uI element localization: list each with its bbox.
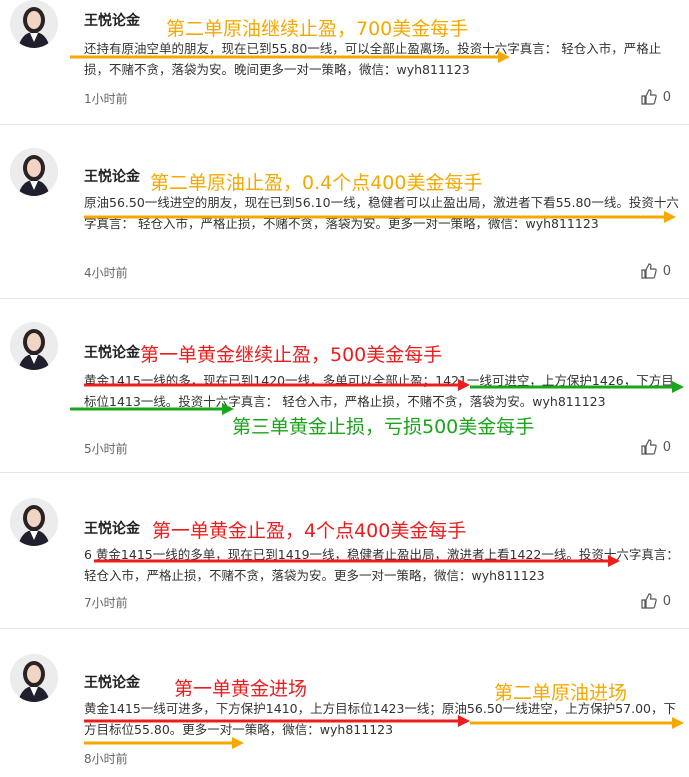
annotation-arrow <box>70 51 510 63</box>
thumbs-up-icon <box>641 263 657 279</box>
avatar-icon[interactable] <box>10 498 58 546</box>
post-time: 4小时前 <box>84 266 128 280</box>
like-button[interactable]: 0 <box>641 593 671 609</box>
feed-post: 王悦论金 还持有原油空单的朋友，现在已到55.80一线，可以全部止盈离场。投资十… <box>0 0 689 125</box>
post-time: 8小时前 <box>84 752 128 766</box>
like-button[interactable]: 0 <box>641 89 671 105</box>
like-count: 0 <box>662 439 671 455</box>
feed-post: 王悦论金 原油56.50一线进空的朋友，现在已到56.10一线，稳健者可以止盈出… <box>0 148 689 299</box>
post-time: 5小时前 <box>84 442 128 456</box>
thumbs-up-icon <box>641 593 657 609</box>
author-name[interactable]: 王悦论金 <box>84 672 140 692</box>
feed-post: 王悦论金 黄金1415一线可进多，下方保护1410，上方目标位1423一线；原油… <box>0 654 689 777</box>
annotation-arrow <box>94 555 620 567</box>
author-name[interactable]: 王悦论金 <box>84 166 140 186</box>
annotation-arrow <box>470 717 684 729</box>
annotation-arrow <box>470 381 684 393</box>
avatar-icon[interactable] <box>10 148 58 196</box>
author-name[interactable]: 王悦论金 <box>84 518 140 538</box>
annotation-label: 第一单黄金止盈，4个点400美金每手 <box>152 520 467 542</box>
annotation-arrow <box>84 379 470 391</box>
like-count: 0 <box>662 263 671 279</box>
annotation-label: 第一单黄金继续止盈，500美金每手 <box>140 344 443 366</box>
annotation-arrow <box>84 211 676 223</box>
feed-post: 王悦论金 6 黄金1415一线的多单，现在已到1419一线，稳健者止盈出局，激进… <box>0 498 689 629</box>
annotation-label: 第二单原油止盈，0.4个点400美金每手 <box>150 172 483 194</box>
news-feed: 王悦论金 还持有原油空单的朋友，现在已到55.80一线，可以全部止盈离场。投资十… <box>0 0 689 777</box>
annotation-label: 第二单原油继续止盈，700美金每手 <box>166 18 469 40</box>
avatar-icon[interactable] <box>10 322 58 370</box>
feed-post: 王悦论金 黄金1415一线的多，现在已到1420一线，多单可以全部止盈；1421… <box>0 322 689 473</box>
annotation-label: 第二单原油进场 <box>494 682 628 704</box>
annotation-label: 第三单黄金止损，亏损500美金每手 <box>232 416 535 438</box>
annotation-arrow <box>84 737 244 749</box>
avatar-icon[interactable] <box>10 654 58 702</box>
post-time: 7小时前 <box>84 596 128 610</box>
author-name[interactable]: 王悦论金 <box>84 342 140 362</box>
annotation-arrow <box>70 403 234 415</box>
annotation-arrow <box>84 715 470 727</box>
post-time: 1小时前 <box>84 92 128 106</box>
thumbs-up-icon <box>641 89 657 105</box>
like-count: 0 <box>662 593 671 609</box>
author-name[interactable]: 王悦论金 <box>84 10 140 30</box>
thumbs-up-icon <box>641 439 657 455</box>
like-button[interactable]: 0 <box>641 263 671 279</box>
avatar-icon[interactable] <box>10 0 58 48</box>
like-count: 0 <box>662 89 671 105</box>
like-button[interactable]: 0 <box>641 439 671 455</box>
annotation-label: 第一单黄金进场 <box>174 678 308 700</box>
